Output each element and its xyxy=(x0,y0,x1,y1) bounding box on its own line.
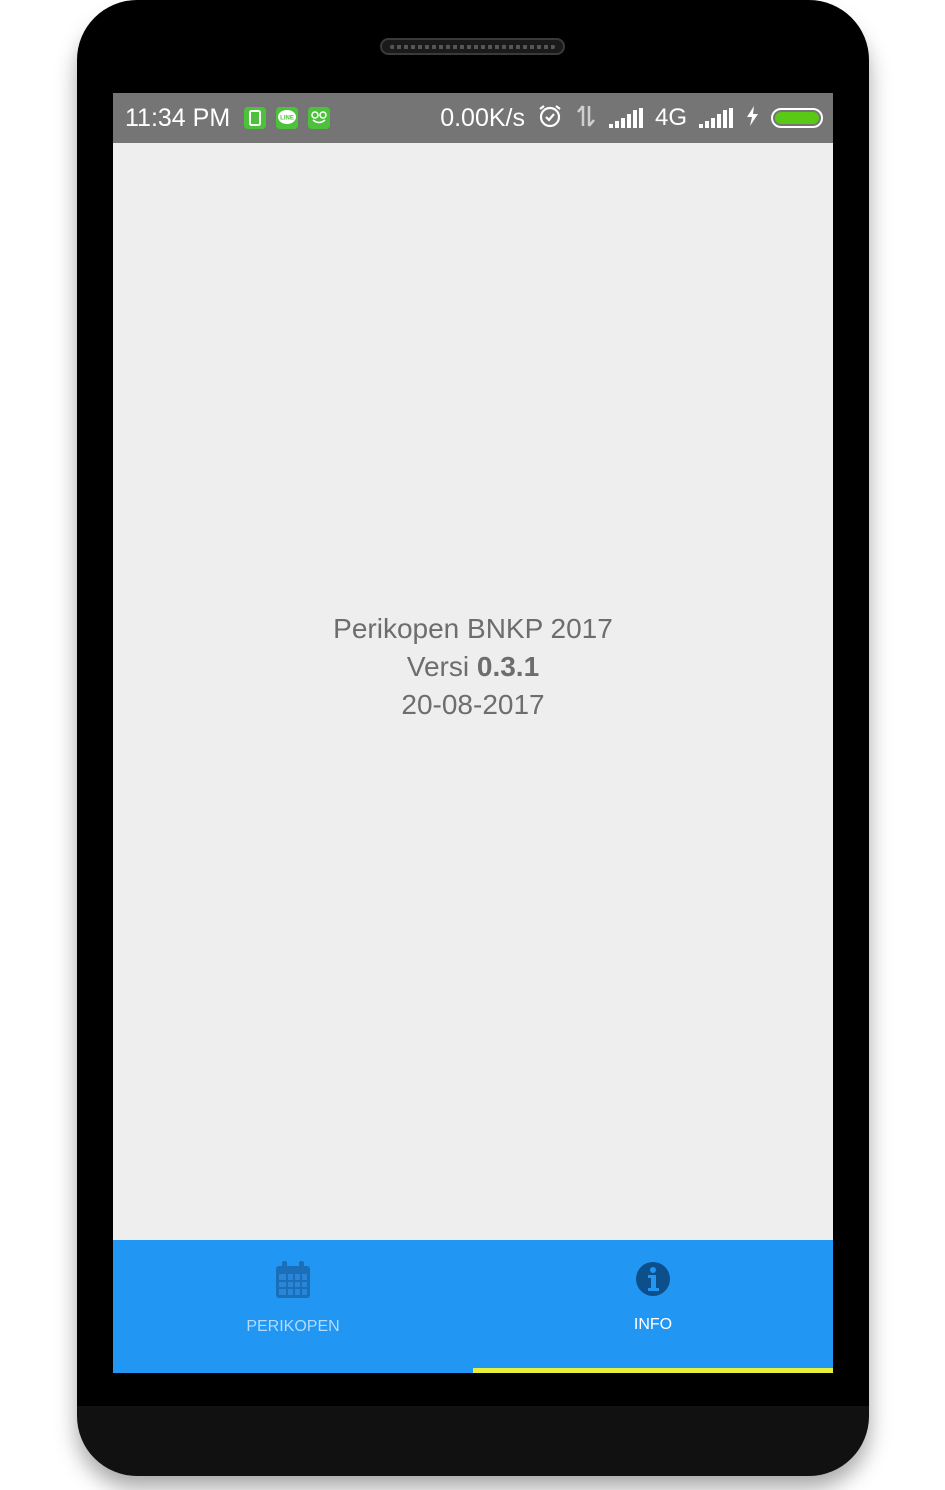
svg-text:LINE: LINE xyxy=(280,116,294,122)
data-transfer-icon xyxy=(575,104,597,132)
phone-screen: 11:34 PM LINE 0.00K/s 4G Perikopen BNKP … xyxy=(113,93,833,1373)
app-info: Perikopen BNKP 2017 Versi 0.3.1 20-08-20… xyxy=(113,610,833,724)
earpiece-speaker xyxy=(380,38,565,55)
network-speed: 0.00K/s xyxy=(440,103,525,132)
network-type: 4G xyxy=(654,104,687,131)
info-icon xyxy=(634,1260,672,1302)
tab-info[interactable]: INFO xyxy=(473,1240,833,1373)
release-date: 20-08-2017 xyxy=(401,689,545,720)
line-icon: LINE xyxy=(276,107,299,129)
alarm-icon xyxy=(537,103,563,133)
signal-strength-icon xyxy=(608,108,643,128)
frog-icon xyxy=(308,107,331,129)
tab-perikopen[interactable]: PERIKOPEN xyxy=(113,1240,473,1373)
status-right: 0.00K/s 4G xyxy=(440,103,823,133)
signal-strength-2-icon xyxy=(699,108,733,128)
status-time: 11:34 PM xyxy=(125,103,231,132)
version-prefix: Versi xyxy=(406,651,477,682)
version-number: 0.3.1 xyxy=(476,651,540,682)
tab-info-label: INFO xyxy=(633,1316,673,1333)
phone-chin xyxy=(77,1406,869,1476)
status-bar: 11:34 PM LINE 0.00K/s 4G xyxy=(113,93,833,143)
charging-icon xyxy=(745,105,759,131)
tab-perikopen-label: PERIKOPEN xyxy=(246,1318,340,1335)
clipboard-icon xyxy=(244,107,267,129)
active-tab-indicator xyxy=(473,1368,833,1373)
battery-level xyxy=(775,112,819,124)
bottom-navigation: PERIKOPEN INFO xyxy=(113,1240,833,1373)
app-name: Perikopen BNKP 2017 xyxy=(333,613,613,644)
calendar-icon xyxy=(273,1260,313,1304)
notification-icons: LINE xyxy=(244,107,331,129)
battery-icon xyxy=(771,108,823,128)
app-version: Versi 0.3.1 xyxy=(113,648,833,686)
